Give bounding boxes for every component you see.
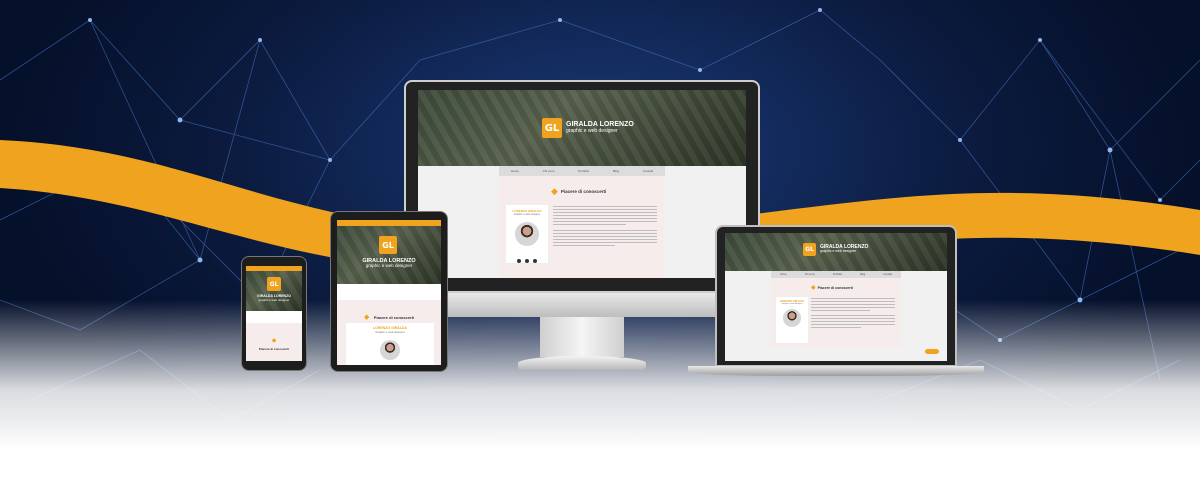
nav-blog[interactable]: Blog — [613, 169, 619, 173]
nav-portfolio[interactable]: Portfolio — [578, 169, 589, 173]
facebook-icon[interactable] — [516, 259, 521, 263]
site-logo[interactable]: GL GIRALDA LORENZO graphic e web designe… — [803, 243, 868, 256]
nav-chi-sono[interactable]: Chi sono — [543, 169, 555, 173]
avatar — [515, 222, 539, 246]
about-card: ◆ Piacere di conoscerti LORENZO GIRALDA … — [337, 300, 441, 365]
nav-home[interactable]: Home — [511, 169, 519, 173]
instagram-icon[interactable] — [525, 259, 529, 263]
section-title: Piacere di conoscerti — [258, 347, 290, 351]
logo-mark[interactable]: GL — [379, 236, 397, 254]
section-title: Piacere di conoscerti — [817, 285, 853, 290]
nav-contatti[interactable]: Contatti — [883, 273, 892, 276]
profile-card: LORENZO GIRALDA Graphic e web designer — [505, 204, 549, 264]
site-logo[interactable]: GL GIRALDA LORENZO graphic e web designe… — [542, 118, 634, 138]
profile-role: Graphic e web designer — [375, 330, 405, 334]
desktop-screen: GL GIRALDA LORENZO graphic e web designe… — [418, 90, 746, 278]
site-header: GL GIRALDA LORENZO graphic e web designe… — [725, 233, 947, 271]
nav-blog[interactable]: Blog — [860, 273, 865, 276]
nav-contatti[interactable]: Contatti — [643, 169, 653, 173]
desktop-monitor: GL GIRALDA LORENZO graphic e web designe… — [404, 80, 760, 293]
logo-mark[interactable]: GL — [267, 277, 281, 291]
about-card: ◆ Piacere di conoscerti LORENZO GIRALDA … — [771, 278, 901, 348]
profile-card: LORENZO GIRALDA Graphic e web designer — [775, 296, 809, 344]
cat-icon: ◆ — [363, 314, 370, 321]
laptop: GL GIRALDA LORENZO graphic e web designe… — [715, 225, 957, 367]
brand-tagline: graphic e web designer — [820, 249, 857, 254]
avatar — [380, 340, 400, 360]
avatar — [783, 309, 801, 327]
about-text — [811, 298, 895, 330]
logo-mark: GL — [803, 243, 816, 256]
main-nav: Home Chi sono Portfolio Blog Contatti — [499, 166, 665, 176]
laptop-base — [688, 366, 984, 376]
site-header: GL GIRALDA LORENZO graphic e web designe… — [246, 271, 302, 311]
monitor-stand-neck — [540, 317, 624, 357]
cat-icon: ◆ — [271, 338, 277, 344]
profile-card: LORENZO GIRALDA Graphic e web designer — [345, 322, 435, 365]
section-title: Piacere di conoscerti — [373, 315, 415, 320]
cat-icon: ◆ — [551, 186, 558, 196]
profile-role: Graphic e web designer — [513, 213, 541, 216]
brand-tagline: graphic e web designer — [258, 297, 290, 302]
logo-mark: GL — [542, 118, 562, 138]
about-card: ◆ Piacere di conoscerti LORENZO GIRALDA … — [499, 176, 665, 278]
tablet-screen: GL GIRALDA LORENZO graphic e web designe… — [337, 220, 441, 365]
about-card: ◆ Piacere di conoscerti — [246, 323, 302, 361]
nav-chi-sono[interactable]: Chi sono — [805, 273, 815, 276]
profile-role: Graphic e web designer — [781, 303, 803, 305]
section-title: Piacere di conoscerti — [560, 189, 607, 194]
smartphone: GL GIRALDA LORENZO graphic e web designe… — [241, 256, 307, 371]
nav-home[interactable]: Home — [780, 273, 787, 276]
main-nav: Home Chi sono Portfolio Blog Contatti — [771, 271, 901, 278]
tablet: GL GIRALDA LORENZO graphic e web designe… — [330, 211, 448, 372]
nav-portfolio[interactable]: Portfolio — [833, 273, 842, 276]
scroll-toggle[interactable] — [925, 349, 939, 354]
monitor-stand-base — [518, 356, 646, 370]
about-text — [553, 206, 657, 248]
cat-icon: ◆ — [811, 285, 816, 291]
brand-tagline: graphic e web designer — [566, 128, 618, 135]
monitor-chin — [404, 293, 760, 317]
site-header: GL GIRALDA LORENZO graphic e web designe… — [418, 90, 746, 166]
site-header: GL GIRALDA LORENZO graphic e web designe… — [337, 226, 441, 284]
linkedin-icon[interactable] — [533, 259, 538, 263]
brand-tagline: graphic e web designer — [365, 263, 413, 269]
laptop-screen: GL GIRALDA LORENZO graphic e web designe… — [725, 233, 947, 361]
smartphone-screen: GL GIRALDA LORENZO graphic e web designe… — [246, 266, 302, 361]
